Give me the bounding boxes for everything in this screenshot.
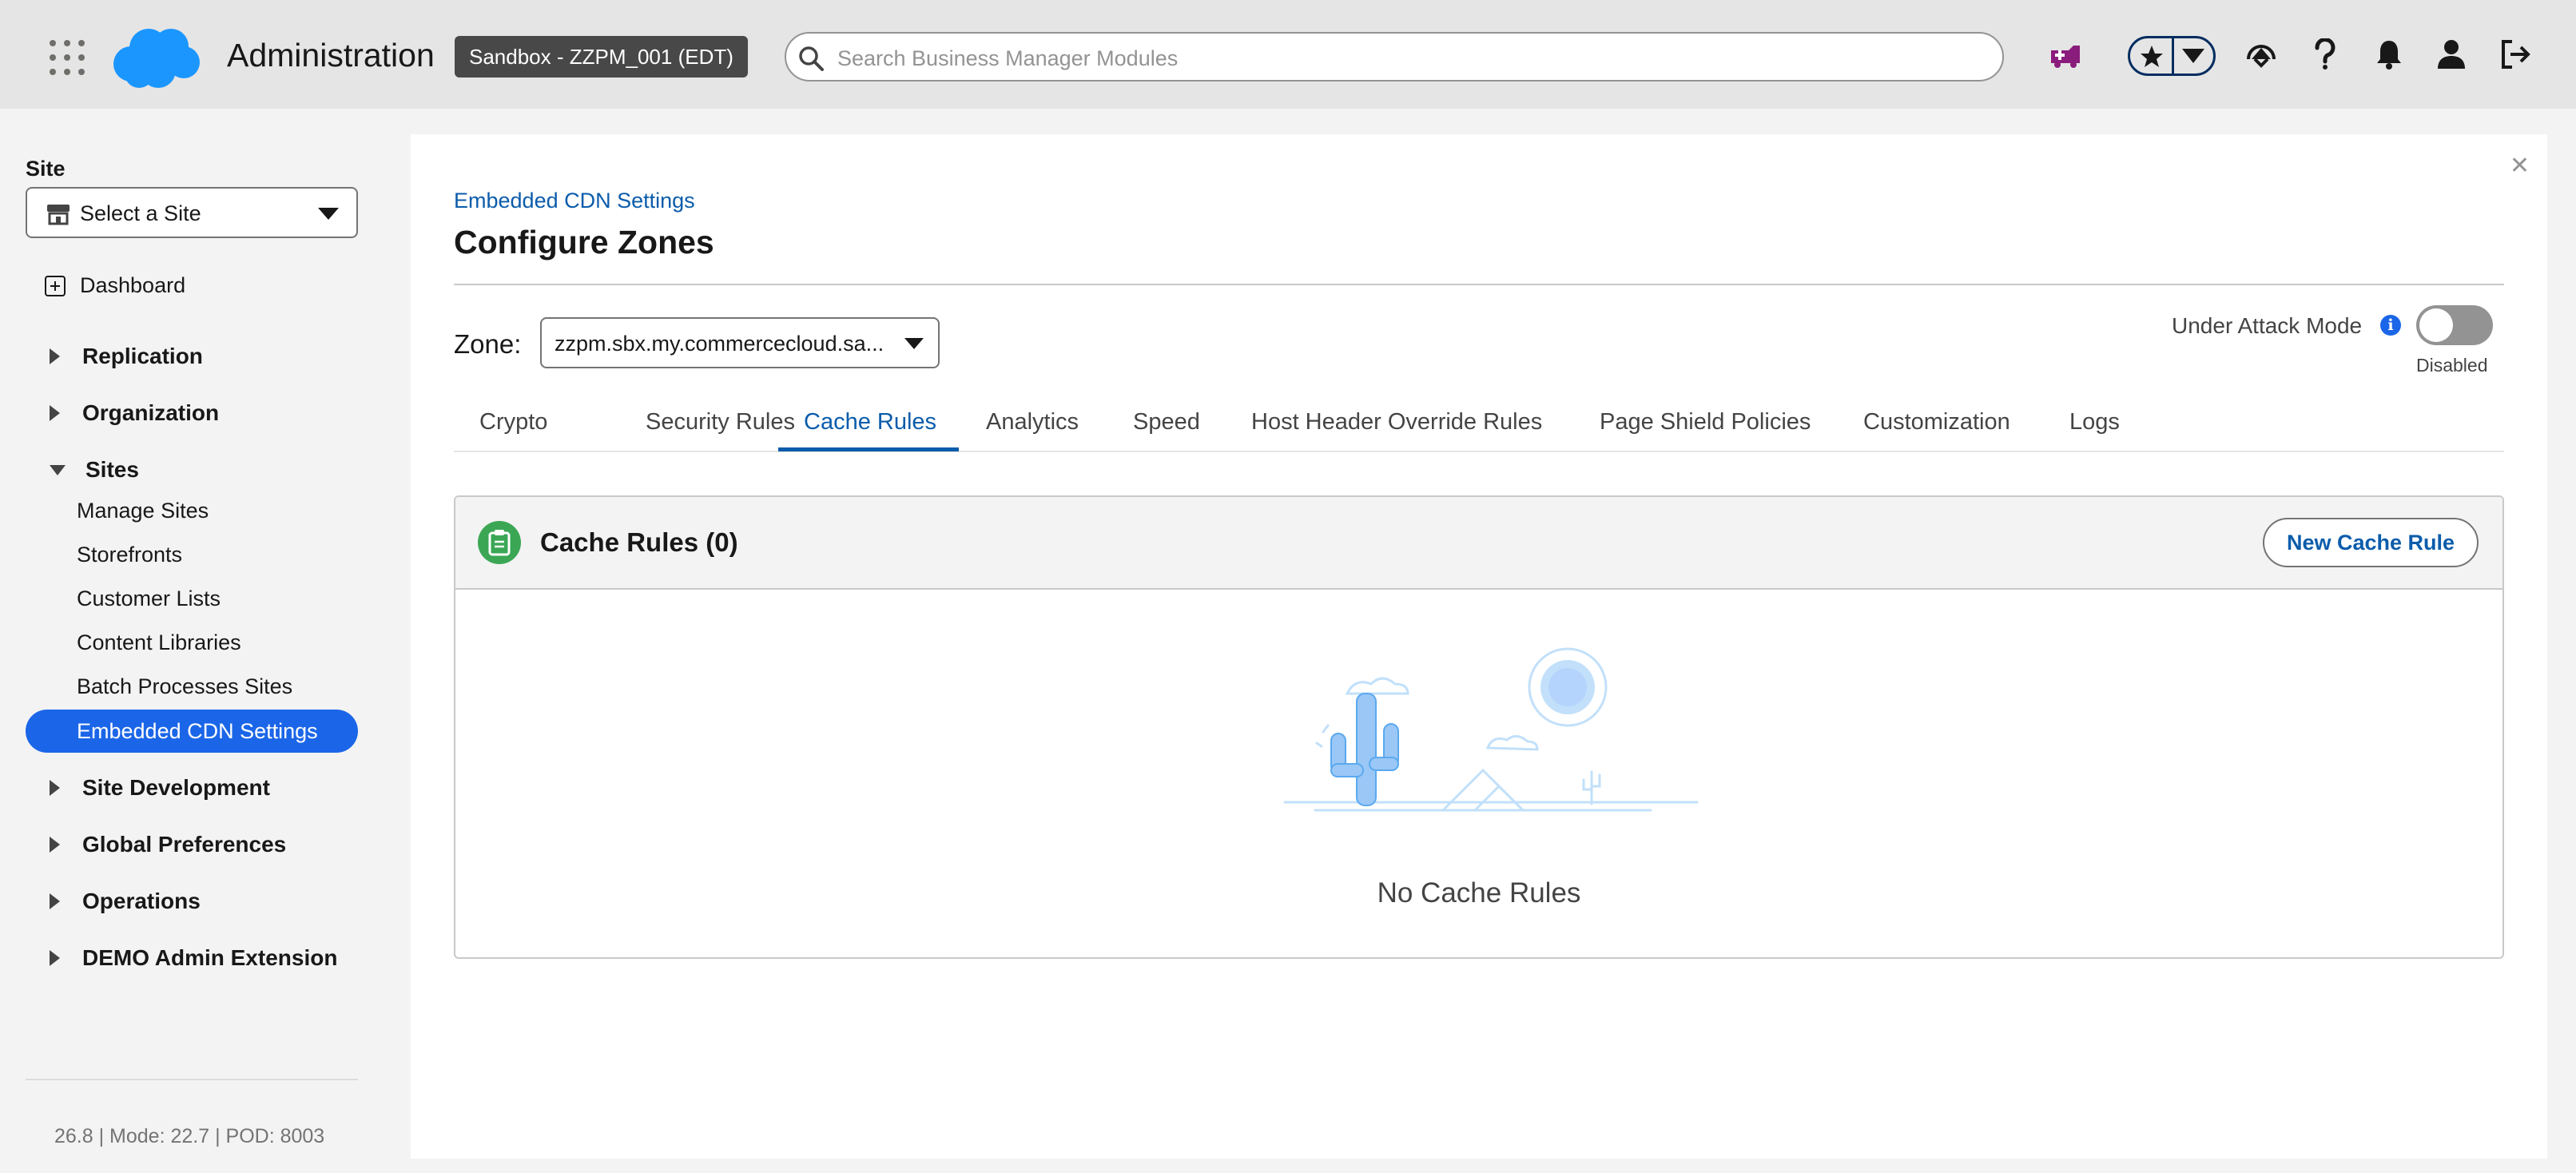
tab-speed[interactable]: Speed [1133, 409, 1200, 435]
tab-analytics[interactable]: Analytics [986, 409, 1079, 435]
divider [26, 1079, 358, 1080]
tab-security-rules[interactable]: Security Rules [646, 409, 795, 435]
sidebar-item-content-libraries[interactable]: Content Libraries [77, 630, 241, 655]
sidebar-section-label: Global Preferences [82, 832, 287, 857]
info-icon[interactable]: i [2380, 315, 2401, 336]
sidebar-item-manage-sites[interactable]: Manage Sites [77, 499, 209, 523]
breadcrumb[interactable]: Embedded CDN Settings [454, 189, 695, 213]
notifications-bell-icon[interactable] [2370, 35, 2408, 74]
sidebar-section-replication[interactable]: Replication [50, 344, 203, 369]
favorites-group [2128, 36, 2216, 76]
sidebar-section-sites[interactable]: Sites [50, 457, 139, 483]
sidebar-item-customer-lists[interactable]: Customer Lists [77, 586, 221, 611]
version-info: 26.8 | Mode: 22.7 | POD: 8003 [54, 1125, 325, 1147]
user-icon[interactable] [2432, 35, 2471, 74]
site-select[interactable]: Select a Site [26, 187, 358, 238]
zone-label: Zone: [454, 329, 522, 359]
expand-down-icon [50, 464, 66, 475]
toggle-knob [2419, 308, 2453, 342]
sidebar-item-storefronts[interactable]: Storefronts [77, 543, 182, 567]
sidebar-section-label: Site Development [82, 775, 270, 800]
sidebar-section-operations[interactable]: Operations [50, 889, 201, 914]
close-icon[interactable]: ✕ [2510, 152, 2530, 180]
sidebar-section-label: Organization [82, 400, 220, 425]
expand-right-icon [50, 837, 60, 853]
search-placeholder: Search Business Manager Modules [837, 46, 1179, 70]
medic-icon[interactable] [2046, 35, 2085, 74]
site-label: Site [26, 157, 66, 181]
sidebar-section-label: Replication [82, 344, 203, 368]
site-select-value: Select a Site [80, 201, 201, 225]
page-title: Configure Zones [454, 224, 714, 260]
zone-tabs: Crypto Security Rules Cache Rules Analyt… [454, 400, 2504, 452]
sidebar-section-organization[interactable]: Organization [50, 400, 219, 426]
app-launcher-icon[interactable] [50, 40, 85, 75]
help-icon[interactable] [2306, 35, 2344, 74]
sidebar-section-label: Sites [85, 457, 139, 482]
sidebar-section-label: DEMO Admin Extension [82, 945, 338, 970]
tab-crypto[interactable]: Crypto [479, 409, 547, 435]
empty-state-text: No Cache Rules [1377, 877, 1581, 909]
expand-right-icon [50, 950, 60, 966]
zone-select[interactable]: zzpm.sbx.my.commercecloud.sa... [540, 317, 940, 368]
clipboard-icon [478, 521, 521, 564]
expand-right-icon [50, 348, 60, 364]
add-box-icon [45, 275, 66, 296]
under-attack-mode-label: Under Attack Mode [2172, 313, 2363, 338]
expand-right-icon [50, 780, 60, 796]
card-title: Cache Rules (0) [540, 527, 738, 557]
logout-icon[interactable] [2496, 35, 2534, 74]
search-icon [799, 46, 824, 71]
sidebar-item-batch-processes-sites[interactable]: Batch Processes Sites [77, 674, 292, 699]
store-icon [47, 205, 70, 225]
chevron-down-icon [318, 208, 339, 220]
sidebar-item-dashboard[interactable]: Dashboard [45, 273, 185, 298]
favorites-star-icon[interactable] [2140, 45, 2164, 69]
tab-cache-rules[interactable]: Cache Rules [804, 409, 936, 435]
sandbox-badge: Sandbox - ZZPM_001 (EDT) [455, 36, 748, 78]
sidebar-section-global-preferences[interactable]: Global Preferences [50, 832, 286, 857]
tab-page-shield-policies[interactable]: Page Shield Policies [1600, 409, 1811, 435]
card-header: Cache Rules (0) New Cache Rule [455, 497, 2502, 590]
salesforce-cloud-logo[interactable] [107, 24, 203, 91]
main-panel: ✕ Embedded CDN Settings Configure Zones … [411, 134, 2547, 1159]
expand-right-icon [50, 893, 60, 909]
sidebar-section-label: Operations [82, 889, 201, 913]
tab-customization[interactable]: Customization [1863, 409, 2010, 435]
under-attack-mode-status: Disabled [2416, 355, 2488, 376]
zone-select-value: zzpm.sbx.my.commercecloud.sa... [555, 332, 885, 356]
trailhead-icon[interactable] [2242, 35, 2280, 74]
favorites-divider [2172, 38, 2174, 74]
new-cache-rule-button[interactable]: New Cache Rule [2263, 518, 2479, 567]
app-title: Administration [227, 37, 435, 74]
global-header: Administration Sandbox - ZZPM_001 (EDT) … [0, 0, 2576, 109]
active-tab-indicator [778, 447, 959, 451]
sidebar-item-embedded-cdn-settings[interactable]: Embedded CDN Settings [26, 710, 358, 753]
sidebar-item-label: Dashboard [80, 273, 186, 297]
tab-logs[interactable]: Logs [2069, 409, 2120, 435]
divider [454, 284, 2504, 285]
cache-rules-card: Cache Rules (0) New Cache Rule No Cache … [454, 495, 2504, 959]
sidebar-section-demo-admin-extension[interactable]: DEMO Admin Extension [50, 945, 337, 971]
search-input[interactable]: Search Business Manager Modules [785, 32, 2004, 82]
expand-right-icon [50, 405, 60, 421]
sidebar-section-site-development[interactable]: Site Development [50, 775, 270, 801]
chevron-down-icon [904, 338, 924, 349]
under-attack-mode-toggle[interactable] [2416, 305, 2493, 345]
sidebar: Site Select a Site Dashboard Replication… [0, 109, 411, 1173]
desert-empty-state-illustration [1283, 647, 1699, 812]
tab-host-header-override-rules[interactable]: Host Header Override Rules [1251, 409, 1542, 435]
favorites-dropdown-icon[interactable] [2181, 48, 2205, 64]
